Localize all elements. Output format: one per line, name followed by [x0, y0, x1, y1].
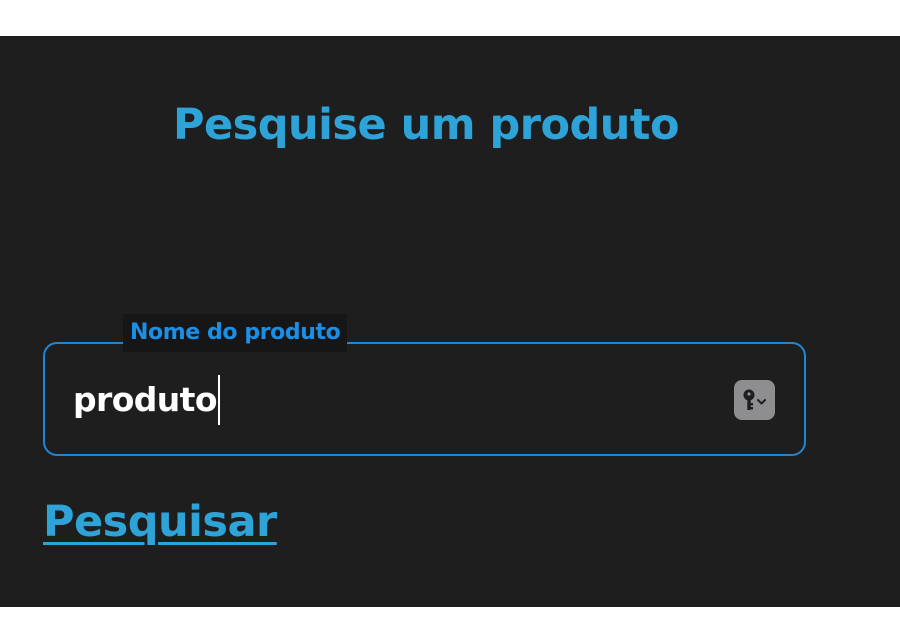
key-icon: [743, 389, 766, 410]
password-manager-button[interactable]: [734, 380, 775, 420]
chevron-down-icon: [756, 399, 766, 405]
text-caret: [217, 375, 220, 425]
product-name-input[interactable]: produto: [73, 372, 673, 428]
page-title: Pesquise um produto: [172, 100, 680, 150]
search-link[interactable]: Pesquisar: [43, 491, 277, 553]
app-panel: Pesquise um produto Nome do produto prod…: [0, 36, 900, 607]
product-name-value: produto: [73, 380, 218, 419]
product-name-label: Nome do produto: [123, 314, 348, 352]
